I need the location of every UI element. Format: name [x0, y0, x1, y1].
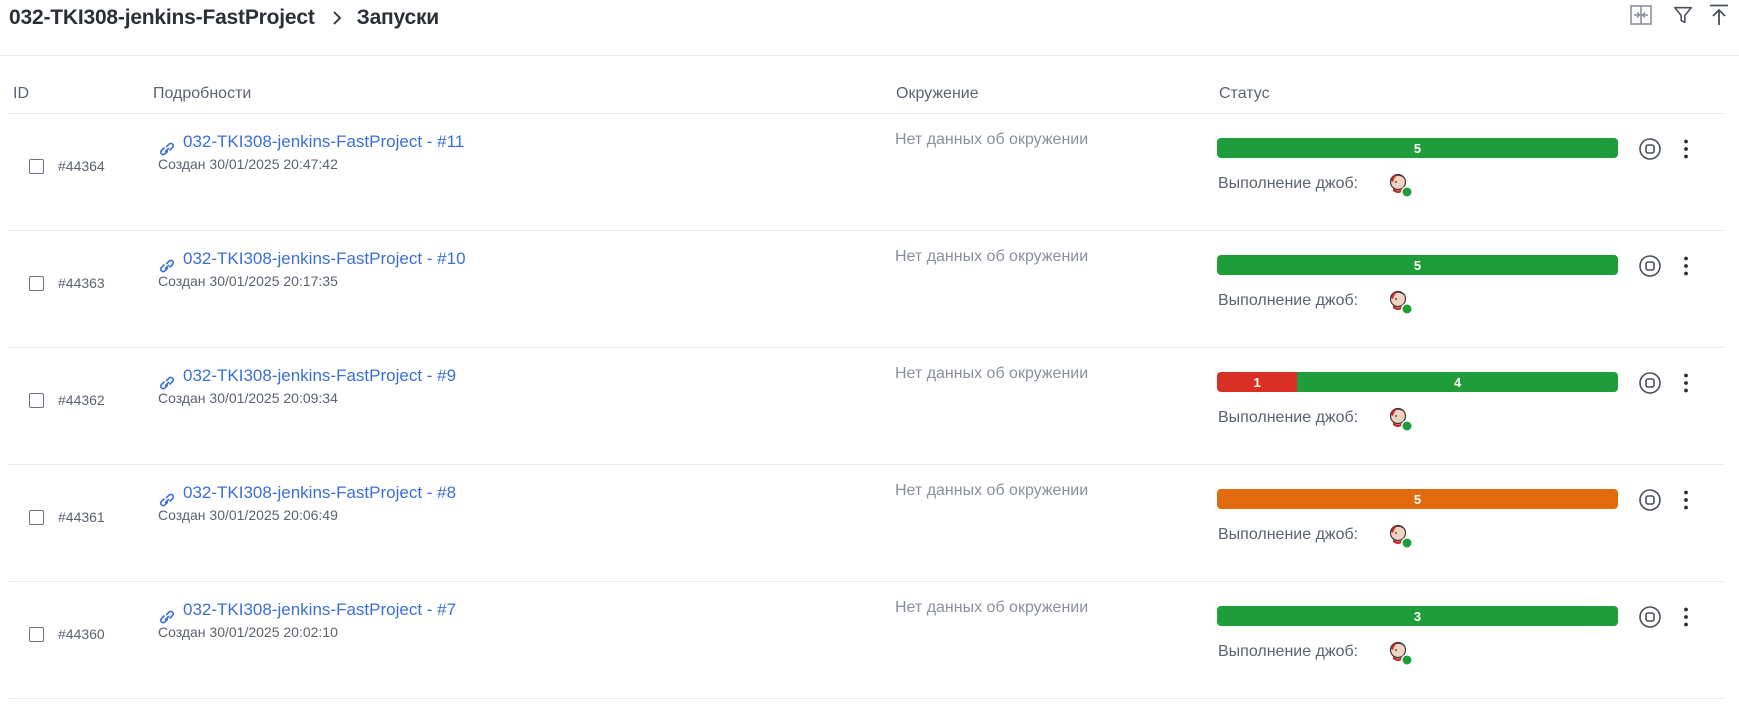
more-options-icon[interactable] [1674, 488, 1698, 512]
stop-run-icon[interactable] [1638, 488, 1662, 512]
row-checkbox[interactable] [29, 510, 44, 525]
chevron-right-icon [332, 11, 341, 25]
stop-run-icon[interactable] [1638, 137, 1662, 161]
breadcrumb-project[interactable]: 032-TKI308-jenkins-FastProject [9, 6, 315, 30]
table-row: #44362 032-TKI308-jenkins-FastProject - … [9, 348, 1724, 465]
row-checkbox[interactable] [29, 627, 44, 642]
run-id: #44364 [58, 158, 105, 174]
more-options-icon[interactable] [1674, 371, 1698, 395]
row-checkbox[interactable] [29, 276, 44, 291]
jenkins-avatar-icon[interactable] [1388, 172, 1414, 198]
stop-run-icon[interactable] [1638, 371, 1662, 395]
column-header-details[interactable]: Подробности [153, 85, 251, 103]
run-link[interactable]: 032-TKI308-jenkins-FastProject - #9 [183, 366, 456, 386]
column-header-id[interactable]: ID [13, 85, 29, 103]
jobs-label: Выполнение джоб: [1218, 643, 1359, 660]
stop-run-icon[interactable] [1638, 605, 1662, 629]
run-link[interactable]: 032-TKI308-jenkins-FastProject - #8 [183, 483, 456, 503]
column-header-environment[interactable]: Окружение [896, 85, 979, 103]
environment-info: Нет данных об окружении [895, 482, 1089, 499]
jobs-label: Выполнение джоб: [1218, 526, 1359, 543]
status-segment-warning: 5 [1217, 489, 1618, 509]
link-icon [160, 376, 174, 390]
jenkins-avatar-icon[interactable] [1388, 523, 1414, 549]
breadcrumb-current: Запуски [356, 6, 440, 29]
status-segment-success: 5 [1217, 255, 1618, 275]
column-header-status[interactable]: Статус [1219, 85, 1270, 103]
jenkins-avatar-icon[interactable] [1388, 406, 1414, 432]
link-icon [160, 259, 174, 273]
run-id: #44362 [58, 392, 105, 408]
link-icon [160, 493, 174, 507]
run-created: Создан 30/01/2025 20:09:34 [158, 390, 338, 406]
run-created: Создан 30/01/2025 20:17:35 [158, 273, 338, 289]
row-checkbox[interactable] [29, 159, 44, 174]
more-options-icon[interactable] [1674, 137, 1698, 161]
link-icon [160, 610, 174, 624]
filter-icon[interactable] [1670, 2, 1696, 28]
run-link[interactable]: 032-TKI308-jenkins-FastProject - #7 [183, 600, 456, 620]
table-row: #44363 032-TKI308-jenkins-FastProject - … [9, 231, 1724, 348]
more-options-icon[interactable] [1674, 254, 1698, 278]
split-view-icon[interactable] [1628, 2, 1654, 28]
table-row: #44360 032-TKI308-jenkins-FastProject - … [9, 582, 1724, 699]
status-segment-failed: 1 [1217, 372, 1298, 392]
status-bar[interactable]: 5 [1217, 255, 1618, 275]
row-checkbox[interactable] [29, 393, 44, 408]
jobs-label: Выполнение джоб: [1218, 292, 1359, 309]
status-bar[interactable]: 5 [1217, 138, 1618, 158]
environment-info: Нет данных об окружении [895, 599, 1089, 616]
jenkins-avatar-icon[interactable] [1388, 640, 1414, 666]
more-options-icon[interactable] [1674, 605, 1698, 629]
jobs-label: Выполнение джоб: [1218, 409, 1359, 426]
page-header: 032-TKI308-jenkins-FastProject Запуски [0, 0, 1739, 56]
table-row: #44361 032-TKI308-jenkins-FastProject - … [9, 465, 1724, 582]
environment-info: Нет данных об окружении [895, 365, 1089, 382]
status-bar[interactable]: 3 [1217, 606, 1618, 626]
environment-info: Нет данных об окружении [895, 131, 1089, 148]
jenkins-avatar-icon[interactable] [1388, 289, 1414, 315]
status-segment-success: 4 [1297, 372, 1618, 392]
run-link[interactable]: 032-TKI308-jenkins-FastProject - #10 [183, 249, 466, 269]
status-bar[interactable]: 14 [1217, 372, 1618, 392]
run-created: Создан 30/01/2025 20:02:10 [158, 624, 338, 640]
status-bar[interactable]: 5 [1217, 489, 1618, 509]
link-icon [160, 142, 174, 156]
status-segment-success: 5 [1217, 138, 1618, 158]
scroll-top-icon[interactable] [1706, 2, 1732, 28]
jobs-label: Выполнение джоб: [1218, 175, 1359, 192]
run-id: #44363 [58, 275, 105, 291]
run-id: #44360 [58, 626, 105, 642]
table-row: #44364 032-TKI308-jenkins-FastProject - … [9, 114, 1724, 231]
breadcrumb: 032-TKI308-jenkins-FastProject Запуски [9, 4, 439, 32]
status-segment-success: 3 [1217, 606, 1618, 626]
run-created: Создан 30/01/2025 20:06:49 [158, 507, 338, 523]
stop-run-icon[interactable] [1638, 254, 1662, 278]
run-link[interactable]: 032-TKI308-jenkins-FastProject - #11 [183, 132, 464, 152]
run-created: Создан 30/01/2025 20:47:42 [158, 156, 338, 172]
run-id: #44361 [58, 509, 105, 525]
environment-info: Нет данных об окружении [895, 248, 1089, 265]
